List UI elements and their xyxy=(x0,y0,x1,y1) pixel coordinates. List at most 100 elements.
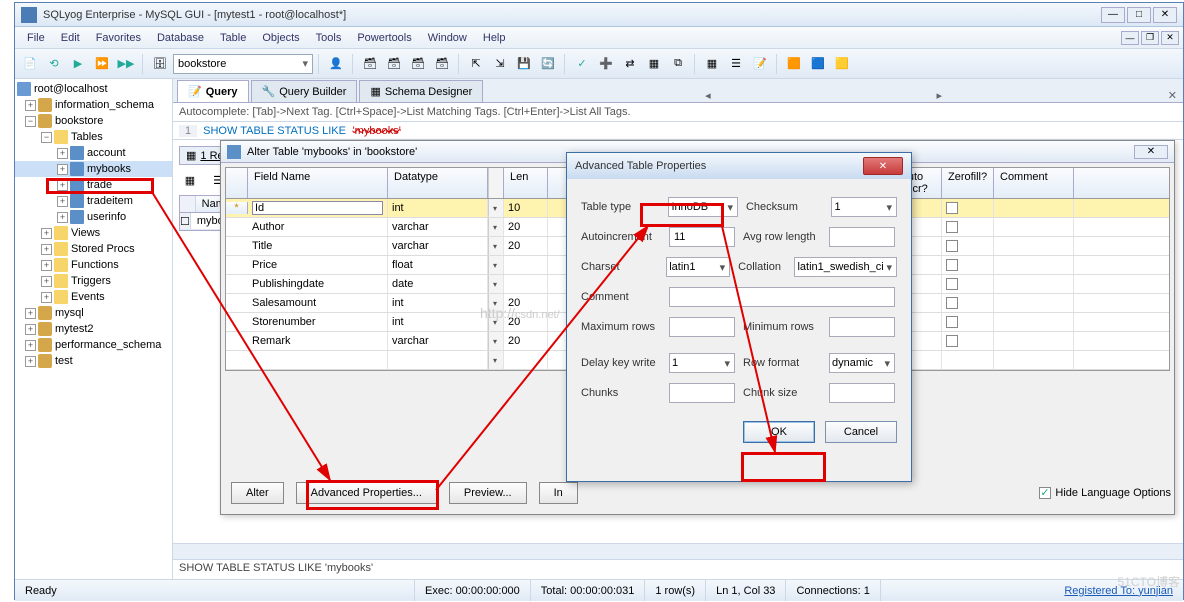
chunks-input[interactable] xyxy=(669,383,735,403)
col-header-comment[interactable]: Comment xyxy=(994,168,1074,198)
comment-input[interactable] xyxy=(669,287,895,307)
tb-user-icon[interactable]: 👤 xyxy=(325,53,347,75)
tb-export-icon[interactable]: ⇱ xyxy=(465,53,487,75)
ok-button[interactable]: OK xyxy=(743,421,815,443)
tb-form-icon[interactable]: ☰ xyxy=(725,53,747,75)
tree-folder-tables[interactable]: −Tables xyxy=(15,129,172,145)
col-header-type[interactable]: Datatype xyxy=(388,168,488,198)
query-editor[interactable]: 1SHOW TABLE STATUS LIKE 'mybooks' xyxy=(173,122,1183,140)
close-button[interactable]: ✕ xyxy=(1153,7,1177,23)
tb-new-icon[interactable]: 📄 xyxy=(19,53,41,75)
tb-check-icon[interactable]: ✓ xyxy=(571,53,593,75)
tab-query-builder[interactable]: 🔧 Query Builder xyxy=(251,80,358,102)
object-browser[interactable]: root@localhost +information_schema −book… xyxy=(15,79,173,579)
tb-text-icon[interactable]: 📝 xyxy=(749,53,771,75)
tabs-nav-right[interactable]: ▸ xyxy=(930,89,948,102)
insert-button[interactable]: In xyxy=(539,482,578,504)
tb-grid-icon[interactable]: ▦ xyxy=(701,53,723,75)
tree-folder-views[interactable]: +Views xyxy=(15,225,172,241)
cancel-button[interactable]: Cancel xyxy=(825,421,897,443)
tb-plus-icon[interactable]: ➕ xyxy=(595,53,617,75)
tb-stop-icon[interactable]: ▶▶ xyxy=(115,53,137,75)
tree-db[interactable]: +information_schema xyxy=(15,97,172,113)
preview-button[interactable]: Preview... xyxy=(449,482,527,504)
tree-table-tradeitem[interactable]: +tradeitem xyxy=(15,193,172,209)
tb-db-icon[interactable]: 🗄 xyxy=(149,53,171,75)
menu-window[interactable]: Window xyxy=(420,29,475,47)
menu-powertools[interactable]: Powertools xyxy=(349,29,419,47)
horizontal-scrollbar[interactable] xyxy=(173,543,1183,559)
charset-select[interactable]: latin1 xyxy=(666,257,730,277)
maximize-button[interactable]: □ xyxy=(1127,7,1151,23)
alter-close-button[interactable]: ✕ xyxy=(1134,145,1168,159)
chunksize-input[interactable] xyxy=(829,383,895,403)
tb-import-icon[interactable]: ⇲ xyxy=(489,53,511,75)
col-header-zerofill[interactable]: Zerofill? xyxy=(942,168,994,198)
tb-color1-icon[interactable]: 🟧 xyxy=(783,53,805,75)
col-header-len[interactable]: Len xyxy=(504,168,548,198)
tb-table3-icon[interactable]: 🗃 xyxy=(407,53,429,75)
avgrow-input[interactable] xyxy=(829,227,895,247)
tb-backup-icon[interactable]: 💾 xyxy=(513,53,535,75)
mdi-minimize[interactable]: — xyxy=(1121,31,1139,45)
hide-language-option[interactable]: ✓Hide Language Options xyxy=(1039,487,1171,499)
checksum-select[interactable]: 1 xyxy=(831,197,897,217)
tb-table2-icon[interactable]: 🗃 xyxy=(383,53,405,75)
status-conn: Connections: 1 xyxy=(786,580,880,601)
tree-folder-events[interactable]: +Events xyxy=(15,289,172,305)
tb-arrows-icon[interactable]: ⇄ xyxy=(619,53,641,75)
tb-color2-icon[interactable]: 🟦 xyxy=(807,53,829,75)
maxrows-input[interactable] xyxy=(669,317,735,337)
result-grid-icon[interactable]: ▦ xyxy=(179,169,201,191)
tab-schema-designer[interactable]: ▦ Schema Designer xyxy=(359,80,483,102)
tabletype-select[interactable]: InnoDB xyxy=(668,197,738,217)
tree-folder-procs[interactable]: +Stored Procs xyxy=(15,241,172,257)
tree-root[interactable]: root@localhost xyxy=(15,81,172,97)
mdi-restore[interactable]: ❐ xyxy=(1141,31,1159,45)
collation-select[interactable]: latin1_swedish_ci xyxy=(794,257,897,277)
tree-table-account[interactable]: +account xyxy=(15,145,172,161)
tabs-nav-left[interactable]: ◂ xyxy=(699,89,717,102)
advanced-properties-button[interactable]: Advanced Properties... xyxy=(296,482,437,504)
tree-db-mysql[interactable]: +mysql xyxy=(15,305,172,321)
alter-button[interactable]: Alter xyxy=(231,482,284,504)
rowformat-select[interactable]: dynamic xyxy=(829,353,895,373)
menu-objects[interactable]: Objects xyxy=(254,29,307,47)
menu-file[interactable]: File xyxy=(19,29,53,47)
tabs-close[interactable]: ✕ xyxy=(1162,89,1183,102)
tree-db-test[interactable]: +test xyxy=(15,353,172,369)
tree-db-bookstore[interactable]: −bookstore xyxy=(15,113,172,129)
tab-query[interactable]: 📝 Query xyxy=(177,80,249,102)
minrows-input[interactable] xyxy=(829,317,895,337)
tb-table4-icon[interactable]: 🗃 xyxy=(431,53,453,75)
col-header-name[interactable]: Field Name xyxy=(248,168,388,198)
tb-run-icon[interactable]: ▶ xyxy=(67,53,89,75)
minimize-button[interactable]: — xyxy=(1101,7,1125,23)
autoinc-input[interactable] xyxy=(669,227,735,247)
adv-close-button[interactable]: ✕ xyxy=(863,157,903,175)
tree-table-userinfo[interactable]: +userinfo xyxy=(15,209,172,225)
tabs-bar: 📝 Query 🔧 Query Builder ▦ Schema Designe… xyxy=(173,79,1183,103)
menu-favorites[interactable]: Favorites xyxy=(88,29,149,47)
tb-refresh-icon[interactable]: ⟲ xyxy=(43,53,65,75)
tb-schema-icon[interactable]: ▦ xyxy=(643,53,665,75)
menu-edit[interactable]: Edit xyxy=(53,29,88,47)
tree-db-perfschema[interactable]: +performance_schema xyxy=(15,337,172,353)
tb-table1-icon[interactable]: 🗃 xyxy=(359,53,381,75)
tb-color3-icon[interactable]: 🟨 xyxy=(831,53,853,75)
database-combo[interactable]: bookstore xyxy=(173,54,313,74)
menu-database[interactable]: Database xyxy=(149,29,212,47)
delay-select[interactable]: 1 xyxy=(669,353,735,373)
tree-folder-functions[interactable]: +Functions xyxy=(15,257,172,273)
tree-table-mybooks[interactable]: +mybooks xyxy=(15,161,172,177)
tb-copy-icon[interactable]: ⧉ xyxy=(667,53,689,75)
menu-help[interactable]: Help xyxy=(475,29,514,47)
tree-table-trade[interactable]: +trade xyxy=(15,177,172,193)
tb-sync-icon[interactable]: 🔄 xyxy=(537,53,559,75)
menu-tools[interactable]: Tools xyxy=(308,29,350,47)
mdi-close[interactable]: ✕ xyxy=(1161,31,1179,45)
tree-db-mytest2[interactable]: +mytest2 xyxy=(15,321,172,337)
tree-folder-triggers[interactable]: +Triggers xyxy=(15,273,172,289)
tb-runall-icon[interactable]: ⏩ xyxy=(91,53,113,75)
menu-table[interactable]: Table xyxy=(212,29,254,47)
